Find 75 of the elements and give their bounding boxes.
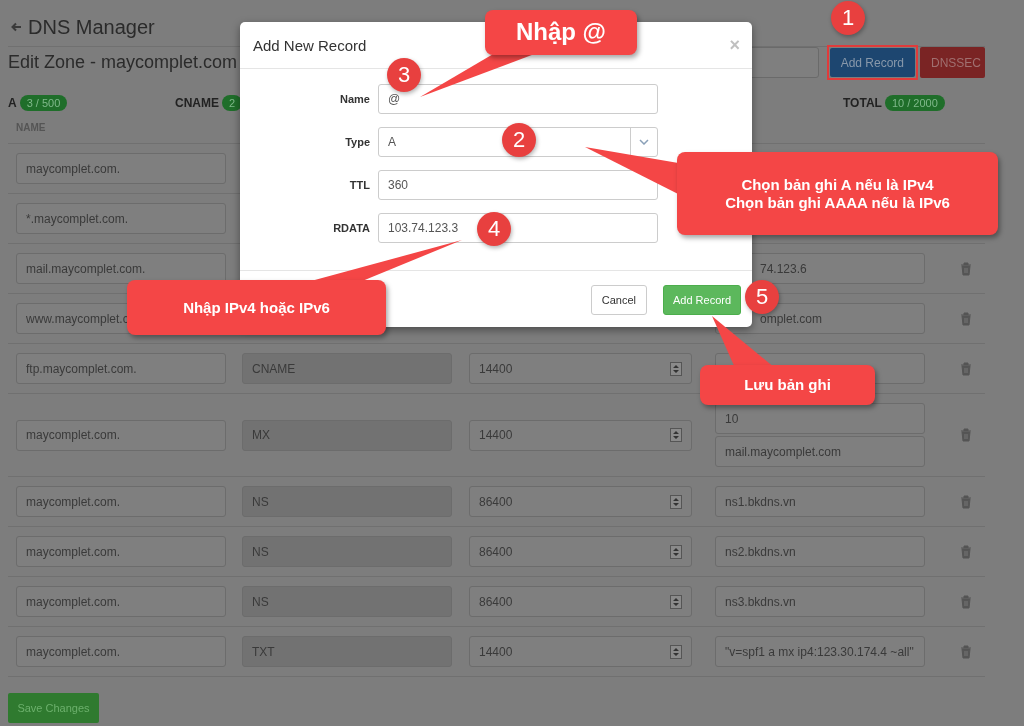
ttl-value: 86400 bbox=[479, 544, 513, 559]
close-button[interactable]: × bbox=[729, 34, 740, 56]
callout-text: Chọn bản ghi AAAA nếu là IPv6 bbox=[725, 193, 950, 212]
select-value: A bbox=[388, 135, 396, 149]
rdata-field[interactable]: ns1.bkdns.vn bbox=[715, 486, 925, 517]
callout-text: Lưu bản ghi bbox=[744, 376, 831, 394]
name-field[interactable]: ftp.maycomplet.com. bbox=[16, 353, 226, 384]
ttl-field[interactable]: 14400 bbox=[469, 353, 692, 384]
trash-icon[interactable] bbox=[960, 311, 972, 326]
name-field[interactable]: *.maycomplet.com. bbox=[16, 203, 226, 234]
type-field: CNAME bbox=[242, 353, 452, 384]
name-field[interactable]: maycomplet.com. bbox=[16, 419, 226, 451]
trash-icon[interactable] bbox=[960, 594, 972, 609]
type-field: NS bbox=[242, 486, 452, 517]
spinner-icon[interactable] bbox=[670, 644, 682, 659]
rdata-field[interactable]: ns3.bkdns.vn bbox=[715, 586, 925, 617]
ttl-value: 14400 bbox=[479, 428, 513, 442]
trash-icon[interactable] bbox=[960, 428, 972, 442]
trash-icon[interactable] bbox=[960, 544, 972, 559]
rdata-field[interactable]: 10 bbox=[715, 403, 925, 434]
add-record-button[interactable]: Add Record bbox=[829, 48, 915, 77]
rdata-field[interactable]: "v=spf1 a mx ip4:123.30.174.4 ~all" bbox=[715, 636, 925, 667]
zone-title: Edit Zone - maycomplet.com bbox=[8, 52, 238, 73]
counter-label: CNAME bbox=[175, 96, 219, 110]
dnssec-button[interactable]: DNSSEC bbox=[920, 47, 985, 78]
spinner-icon[interactable] bbox=[670, 594, 682, 609]
spinner-icon[interactable] bbox=[670, 361, 682, 376]
ttl-value: 86400 bbox=[479, 594, 513, 609]
back-arrow-icon[interactable] bbox=[10, 21, 22, 33]
chevron-down-icon bbox=[639, 139, 649, 145]
counter-label: TOTAL bbox=[843, 96, 882, 110]
field-label: Name bbox=[339, 93, 370, 105]
name-field[interactable]: maycomplet.com. bbox=[16, 586, 226, 617]
text-input[interactable]: 360 bbox=[378, 170, 658, 200]
type-field: TXT bbox=[242, 636, 452, 667]
counter-badge: 10 / 2000 bbox=[884, 95, 945, 111]
ttl-value: 86400 bbox=[479, 494, 513, 509]
ttl-field[interactable]: 14400 bbox=[469, 636, 692, 667]
ttl-value: 14400 bbox=[479, 644, 513, 659]
spinner-icon[interactable] bbox=[670, 428, 682, 442]
counter-badge: 3 / 500 bbox=[19, 95, 68, 111]
type-field: NS bbox=[242, 586, 452, 617]
counter-label: A bbox=[8, 96, 17, 110]
dialog-title: Add New Record bbox=[253, 36, 367, 54]
add-record-button[interactable]: Add Record bbox=[663, 285, 741, 315]
trash-icon[interactable] bbox=[960, 261, 972, 276]
name-field[interactable]: maycomplet.com. bbox=[16, 486, 226, 517]
cancel-button[interactable]: Cancel bbox=[590, 285, 647, 315]
ttl-field[interactable]: 86400 bbox=[469, 586, 692, 617]
ttl-value: 14400 bbox=[479, 361, 513, 376]
page-title: DNS Manager bbox=[28, 15, 155, 39]
trash-icon[interactable] bbox=[960, 361, 972, 376]
rdata-field[interactable]: ns2.bkdns.vn bbox=[715, 536, 925, 567]
step-badge: 1 bbox=[831, 1, 865, 35]
ttl-field[interactable]: 86400 bbox=[469, 536, 692, 567]
name-field[interactable]: maycomplet.com. bbox=[16, 153, 226, 184]
ttl-field[interactable]: 14400 bbox=[469, 419, 692, 451]
ttl-field[interactable]: 86400 bbox=[469, 486, 692, 517]
rdata-field[interactable]: mail.maycomplet.com bbox=[715, 436, 925, 467]
name-field[interactable]: maycomplet.com. bbox=[16, 536, 226, 567]
trash-icon[interactable] bbox=[960, 494, 972, 509]
counter-badge: 2 bbox=[222, 95, 243, 111]
callout-text: Chọn bản ghi A nếu là IPv4 bbox=[741, 175, 934, 194]
save-changes-button[interactable]: Save Changes bbox=[8, 693, 99, 723]
field-label: Type bbox=[344, 136, 370, 148]
type-field: MX bbox=[242, 419, 452, 451]
trash-icon[interactable] bbox=[960, 644, 972, 659]
name-field[interactable]: mail.maycomplet.com. bbox=[16, 253, 226, 284]
spinner-icon[interactable] bbox=[670, 494, 682, 509]
spinner-icon[interactable] bbox=[670, 544, 682, 559]
name-field[interactable]: maycomplet.com. bbox=[16, 636, 226, 667]
callout-text: Nhập @ bbox=[515, 18, 607, 47]
field-label: TTL bbox=[348, 179, 370, 191]
type-field: NS bbox=[242, 536, 452, 567]
field-label: RDATA bbox=[332, 222, 370, 234]
